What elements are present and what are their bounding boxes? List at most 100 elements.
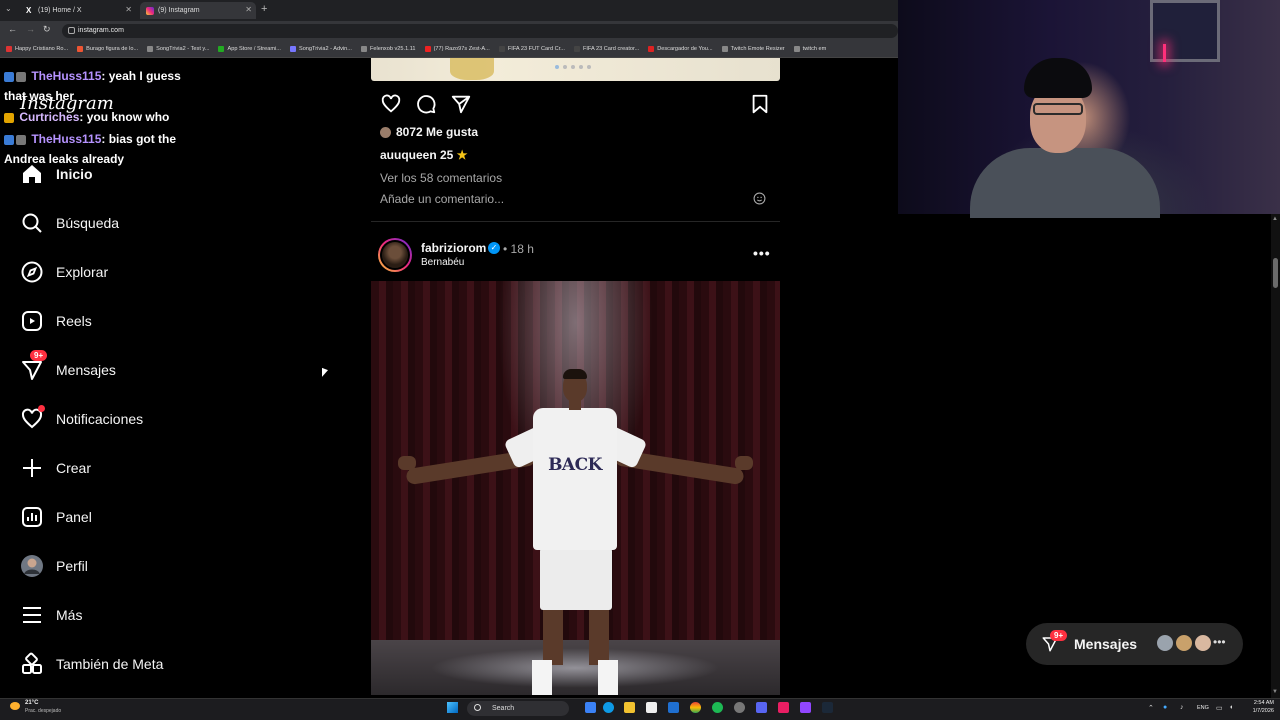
contact-avatar xyxy=(1193,633,1213,653)
mic-icon[interactable]: ♪ xyxy=(1180,704,1184,711)
start-button[interactable] xyxy=(447,702,458,713)
view-comments-link[interactable]: Ver los 58 comentarios xyxy=(380,171,502,185)
bookmark-item[interactable]: Burago figura de lo... xyxy=(77,46,138,52)
twitch-icon[interactable] xyxy=(800,702,811,713)
close-tab-icon[interactable]: ✕ xyxy=(245,5,252,14)
led-light xyxy=(1163,44,1166,62)
bookmark-item[interactable]: FIFA 23 Card creator... xyxy=(573,46,639,52)
bookmark-favicon-icon xyxy=(498,46,505,52)
nav-label: También de Meta xyxy=(56,656,164,672)
carousel-dot xyxy=(579,65,583,69)
clock-time[interactable]: 2:54 AM xyxy=(1246,700,1274,706)
nav-label: Explorar xyxy=(56,264,109,280)
mail-icon[interactable] xyxy=(668,702,679,713)
back-icon[interactable]: ← xyxy=(8,24,17,34)
store-icon[interactable] xyxy=(646,702,657,713)
close-tab-icon[interactable]: ✕ xyxy=(125,5,132,14)
bookmark-item[interactable]: twitch em xyxy=(793,46,827,52)
comment-icon[interactable] xyxy=(415,93,437,115)
bookmark-item[interactable]: Twitch Emote Resizer xyxy=(721,46,785,52)
wall-frame xyxy=(1150,0,1220,62)
scroll-down-icon[interactable]: ▼ xyxy=(1272,689,1278,695)
tab-instagram[interactable]: (9) Instagram ✕ xyxy=(140,2,256,19)
scrollbar-thumb[interactable] xyxy=(1273,258,1278,288)
volume-icon[interactable]: ◖ xyxy=(1229,704,1233,711)
spotify-icon[interactable] xyxy=(712,702,723,713)
nav-item-create[interactable]: Crear xyxy=(20,448,260,488)
post-author-username[interactable]: fabriziorom xyxy=(421,241,486,255)
bookmark-item[interactable]: Happy Cristiano Ro... xyxy=(6,46,68,52)
nav-item-reels[interactable]: Reels xyxy=(20,301,260,341)
chrome-icon[interactable] xyxy=(690,702,701,713)
bookmark-item[interactable]: FIFA 23 FUT Card Cr... xyxy=(498,46,565,52)
network-icon[interactable]: ▭ xyxy=(1216,704,1223,712)
bookmark-item[interactable]: SongTrivia2 - Test y... xyxy=(147,46,209,52)
taskbar-search[interactable]: Search xyxy=(467,701,569,716)
app-icon[interactable] xyxy=(778,702,789,713)
messages-pill-label: Mensajes xyxy=(1074,636,1138,652)
nav-item-notifications[interactable]: Notificaciones xyxy=(20,399,260,439)
new-tab-icon[interactable]: + xyxy=(261,3,267,15)
nav-item-profile[interactable]: Perfil xyxy=(20,546,260,586)
bookmark-label: twitch em xyxy=(802,46,827,52)
nav-item-more[interactable]: Más xyxy=(20,595,260,635)
app-icon[interactable] xyxy=(734,702,745,713)
more-icon[interactable]: ••• xyxy=(1213,635,1226,649)
post-author-avatar[interactable] xyxy=(378,238,412,272)
nav-label: Más xyxy=(56,607,83,623)
player-leg xyxy=(543,605,563,665)
task-view-icon[interactable] xyxy=(585,702,596,713)
bookmark-favicon-icon xyxy=(218,46,225,52)
nav-item-explore[interactable]: Explorar xyxy=(20,252,260,292)
discord-icon[interactable] xyxy=(756,702,767,713)
site-info-icon[interactable] xyxy=(68,27,75,34)
chat-username: Curtriches xyxy=(19,110,80,124)
bookmark-favicon-icon xyxy=(573,46,580,52)
keyboard-language[interactable]: ENG xyxy=(1197,705,1209,711)
steam-icon[interactable] xyxy=(822,702,833,713)
nav-item-dashboard[interactable]: Panel xyxy=(20,497,260,537)
bookmark-item[interactable]: Descargador de You... xyxy=(648,46,713,52)
reload-icon[interactable]: ↻ xyxy=(43,24,51,35)
bookmark-label: Burago figura de lo... xyxy=(86,46,139,52)
notification-dot xyxy=(38,405,45,412)
url-input[interactable]: instagram.com xyxy=(62,24,898,38)
weather-icon[interactable] xyxy=(10,702,20,710)
clock-date[interactable]: 1/7/2026 xyxy=(1246,708,1274,714)
bookmark-label: SongTrivia2 - Test y... xyxy=(156,46,210,52)
windows-taskbar xyxy=(0,698,1280,720)
nav-item-home[interactable]: Inicio xyxy=(20,154,260,194)
add-comment-input[interactable]: Añade un comentario... xyxy=(380,192,504,206)
tab-search-icon[interactable]: ⌄ xyxy=(5,4,12,13)
scroll-up-icon[interactable]: ▲ xyxy=(1272,216,1278,222)
nav-label: Mensajes xyxy=(56,362,116,378)
bookmark-favicon-icon xyxy=(289,46,296,52)
more-options-icon[interactable]: ••• xyxy=(753,245,771,261)
bookmark-item[interactable]: App Store / Streami... xyxy=(218,46,281,52)
bookmark-item[interactable]: Felenxob v25.1.11 xyxy=(360,46,416,52)
bookmark-item[interactable]: (77) Razo97s Zest-A... xyxy=(424,46,490,52)
share-icon[interactable] xyxy=(450,93,472,115)
instagram-icon xyxy=(146,6,154,15)
forward-icon[interactable]: → xyxy=(26,24,35,34)
like-icon[interactable] xyxy=(380,93,402,115)
like-count-text: 8072 Me gusta xyxy=(396,125,479,139)
previous-post-image[interactable] xyxy=(371,58,780,81)
nav-item-search[interactable]: Búsqueda xyxy=(20,203,260,243)
nav-item-messages[interactable]: 9+ Mensajes xyxy=(20,350,260,390)
tray-chevron-icon[interactable]: ⌃ xyxy=(1148,704,1154,712)
weather-temp[interactable]: 21°C xyxy=(25,700,38,706)
post-time: • 18 h xyxy=(503,242,534,256)
nav-label: Perfil xyxy=(56,558,88,574)
save-icon[interactable] xyxy=(749,93,771,115)
bookmark-label: (77) Razo97s Zest-A... xyxy=(433,46,490,52)
edge-icon[interactable] xyxy=(603,702,614,713)
bookmark-item[interactable]: SongTrivia2 - Advin... xyxy=(289,46,352,52)
post-location[interactable]: Bernabéu xyxy=(421,257,464,268)
tab-x-home[interactable]: X (19) Home / X ✕ xyxy=(20,2,136,19)
like-count[interactable]: 8072 Me gusta xyxy=(380,125,478,139)
file-explorer-icon[interactable] xyxy=(624,702,635,713)
nav-item-also-from-meta[interactable]: También de Meta xyxy=(20,644,260,684)
tray-app-icon[interactable]: ● xyxy=(1163,704,1167,711)
emoji-icon[interactable] xyxy=(753,192,766,205)
